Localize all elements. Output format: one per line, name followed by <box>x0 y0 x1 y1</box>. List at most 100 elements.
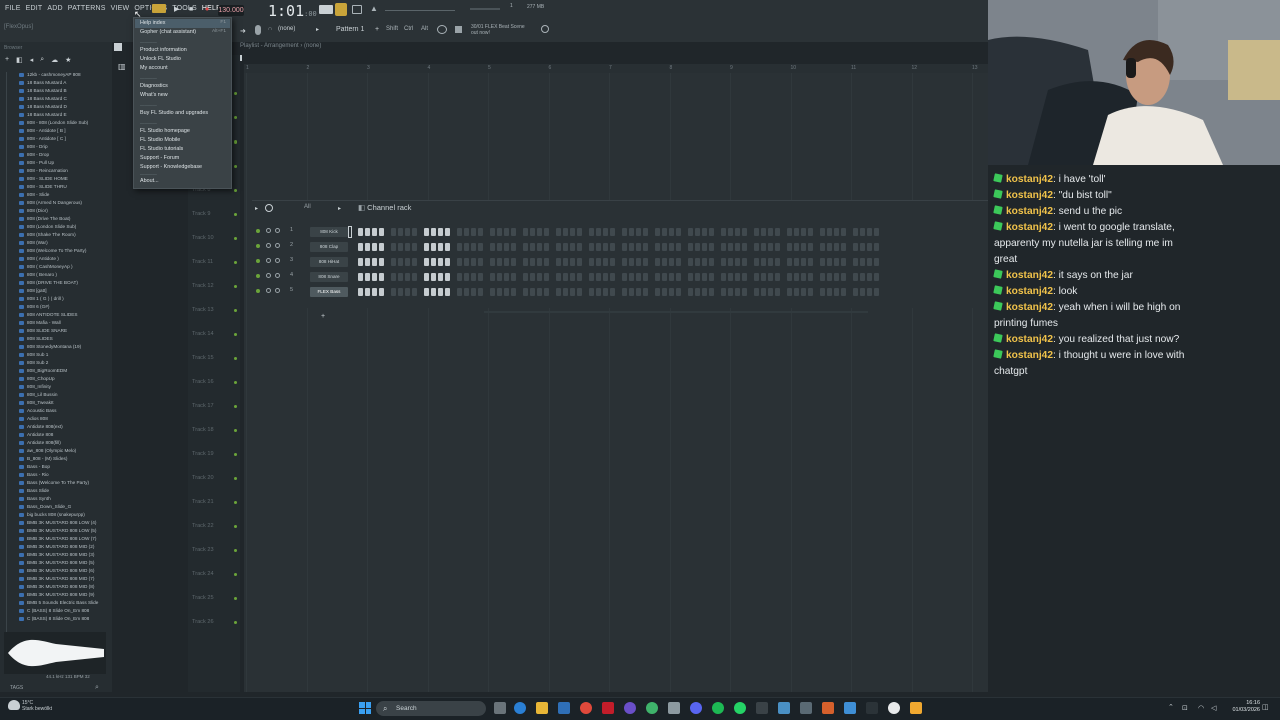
channel-number[interactable]: 2 <box>290 242 293 248</box>
step-button[interactable] <box>761 243 766 251</box>
step-button[interactable] <box>808 288 813 296</box>
step-button[interactable] <box>603 243 608 251</box>
step-button[interactable] <box>676 288 681 296</box>
wifi-icon[interactable]: ◠ <box>1198 704 1204 712</box>
step-button[interactable] <box>379 258 384 266</box>
step-button[interactable] <box>787 273 792 281</box>
app-orange-icon[interactable] <box>822 702 834 714</box>
browser-item[interactable]: BMB 5 Sounds Electric Bass Slide <box>18 599 112 607</box>
rack-filter-arrow-icon[interactable]: ▸ <box>338 205 341 212</box>
step-button[interactable] <box>636 243 641 251</box>
step-button[interactable] <box>471 258 476 266</box>
step-button[interactable] <box>523 288 528 296</box>
track-mute-led[interactable] <box>234 140 237 143</box>
browser-item[interactable]: big bucks 808 (snakepurpp) <box>18 511 112 519</box>
step-button[interactable] <box>735 228 740 236</box>
rack-filter[interactable]: All <box>304 204 311 210</box>
step-button[interactable] <box>596 288 601 296</box>
channel-select-indicator[interactable] <box>348 226 352 238</box>
step-button[interactable] <box>610 243 615 251</box>
browser-item[interactable]: 18 Bass Mustard C <box>18 95 112 103</box>
add-folder-icon[interactable]: + <box>5 56 9 68</box>
step-button[interactable] <box>709 228 714 236</box>
browser-item[interactable]: 808_BigRoomEDM <box>18 367 112 375</box>
step-button[interactable] <box>794 258 799 266</box>
step-button[interactable] <box>563 288 568 296</box>
snap-select[interactable]: (none) <box>278 26 295 32</box>
channel-number[interactable]: 4 <box>290 272 293 278</box>
step-button[interactable] <box>820 288 825 296</box>
step-button[interactable] <box>445 288 450 296</box>
tool-ctrl[interactable]: Ctrl <box>404 26 413 32</box>
browser-item[interactable]: 808 Sub 1 <box>18 351 112 359</box>
chrome-icon[interactable] <box>580 702 592 714</box>
step-button[interactable] <box>735 273 740 281</box>
step-button[interactable] <box>358 288 363 296</box>
step-button[interactable] <box>511 228 516 236</box>
step-button[interactable] <box>603 273 608 281</box>
browser-item[interactable]: 808 Mafia - Wall <box>18 319 112 327</box>
step-button[interactable] <box>827 228 832 236</box>
browser-item[interactable]: Bass - Rio <box>18 471 112 479</box>
tray-chevron-icon[interactable]: ⌃ <box>1168 703 1174 711</box>
time-display[interactable]: 1:01:00 <box>268 2 317 20</box>
star-icon[interactable]: ★ <box>65 56 71 68</box>
step-button[interactable] <box>676 243 681 251</box>
menu-patterns[interactable]: PATTERNS <box>67 5 107 17</box>
step-button[interactable] <box>761 288 766 296</box>
channel-volume-knob[interactable] <box>275 288 280 293</box>
track-mute-led[interactable] <box>234 357 237 360</box>
channel-pan-knob[interactable] <box>266 228 271 233</box>
unreal-icon[interactable] <box>888 702 900 714</box>
browser-item[interactable]: Bass (Welcome To The Party) <box>18 479 112 487</box>
step-button[interactable] <box>464 258 469 266</box>
browser-item[interactable]: C (BASS) 8 Slide On_Em 808 <box>18 615 112 623</box>
network-icon[interactable]: ⊡ <box>1182 704 1188 712</box>
browser-item[interactable]: 808 Sub 2 <box>18 359 112 367</box>
step-button[interactable] <box>556 288 561 296</box>
step-button[interactable] <box>365 228 370 236</box>
step-button[interactable] <box>391 273 396 281</box>
weather-icon[interactable] <box>8 700 20 710</box>
browser-item[interactable]: 808 ANTIDOTE SLIDES <box>18 311 112 319</box>
step-button[interactable] <box>405 243 410 251</box>
step-button[interactable] <box>622 243 627 251</box>
step-button[interactable] <box>787 258 792 266</box>
app-blue-icon[interactable] <box>778 702 790 714</box>
step-button[interactable] <box>563 243 568 251</box>
step-button[interactable] <box>655 258 660 266</box>
step-button[interactable] <box>544 288 549 296</box>
step-button[interactable] <box>497 228 502 236</box>
cut-icon[interactable] <box>455 26 462 33</box>
weather-widget[interactable]: 15°C Stark bewölkt <box>22 700 52 712</box>
step-button[interactable] <box>478 228 483 236</box>
step-button[interactable] <box>478 243 483 251</box>
browser-item[interactable]: Antidote 808(fill) <box>18 439 112 447</box>
channel-mute-led[interactable] <box>256 244 260 248</box>
step-button[interactable] <box>867 273 872 281</box>
menu-add[interactable]: ADD <box>46 5 63 17</box>
step-button[interactable] <box>695 273 700 281</box>
step-button[interactable] <box>596 258 601 266</box>
step-button[interactable] <box>544 243 549 251</box>
step-button[interactable] <box>464 228 469 236</box>
play-icon[interactable]: ▶ <box>174 5 179 15</box>
taskbar-clock[interactable]: 16:16 01/03/2026 <box>1222 700 1260 714</box>
step-button[interactable] <box>643 228 648 236</box>
step-button[interactable] <box>775 273 780 281</box>
step-button[interactable] <box>372 288 377 296</box>
step-button[interactable] <box>742 243 747 251</box>
step-button[interactable] <box>775 228 780 236</box>
browser-item[interactable]: BMB 3K MUSTARD 808 LOW (4) <box>18 519 112 527</box>
step-button[interactable] <box>490 258 495 266</box>
step-button[interactable] <box>735 243 740 251</box>
step-button[interactable] <box>709 258 714 266</box>
step-button[interactable] <box>365 273 370 281</box>
step-button[interactable] <box>853 273 858 281</box>
browser-item[interactable]: BMB 3K MUSTARD 808 MID (7) <box>18 575 112 583</box>
track-mute-led[interactable] <box>234 573 237 576</box>
step-button[interactable] <box>544 228 549 236</box>
step-button[interactable] <box>504 243 509 251</box>
step-button[interactable] <box>702 288 707 296</box>
step-button[interactable] <box>398 228 403 236</box>
